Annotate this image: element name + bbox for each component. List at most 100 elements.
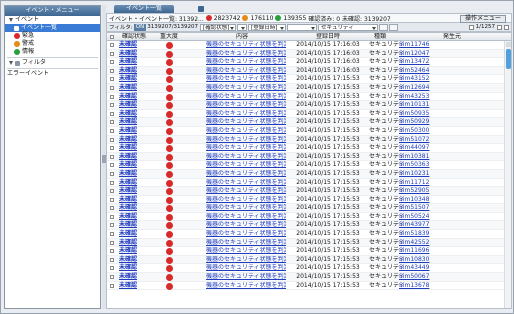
source-link[interactable]: Sim50067 [399,273,429,282]
content-link[interactable]: 機器のセキュリティ状態を判定しまし… [206,264,286,273]
status-link[interactable]: 未確認 [119,161,137,170]
row-checkbox[interactable] [110,146,114,151]
status-link[interactable]: 未確認 [119,264,137,273]
tree-item-info[interactable]: 情報 [5,48,100,56]
content-link[interactable]: 機器のセキュリティ状態を判定しまし… [206,170,286,179]
status-link[interactable]: 未確認 [119,41,137,50]
content-link[interactable]: 機器のセキュリティ状態を判定しまし… [206,153,286,162]
register-time-dropdown[interactable]: [登録日時] [248,23,287,31]
source-link[interactable]: Sim12694 [399,84,429,93]
table-row[interactable]: 未確認機器のセキュリティ状態を判定しまし…2014/10/15 17:15:53… [107,221,511,231]
row-checkbox[interactable] [110,163,114,168]
row-checkbox[interactable] [110,94,114,99]
row-checkbox[interactable] [110,180,114,185]
content-link[interactable]: 機器のセキュリティ状態を判定しまし… [206,50,286,59]
source-link[interactable]: Sim11746 [399,41,429,50]
source-link[interactable]: Sim51839 [399,230,429,239]
status-link[interactable]: 未確認 [119,84,137,93]
row-checkbox[interactable] [110,68,114,73]
expand-icon[interactable] [9,18,13,22]
row-checkbox[interactable] [110,43,114,47]
table-row[interactable]: 未確認機器のセキュリティ状態を判定しまし…2014/10/15 17:15:53… [107,230,511,239]
status-link[interactable]: 未確認 [119,239,137,248]
source-link[interactable]: Sim43977 [399,221,429,230]
table-row[interactable]: 未確認機器のセキュリティ状態を判定しまし…2014/10/15 17:15:53… [107,264,511,274]
content-link[interactable]: 機器のセキュリティ状態を判定しまし… [206,75,286,84]
source-link[interactable]: Sim52905 [399,187,429,196]
row-checkbox[interactable] [110,240,114,245]
content-link[interactable]: 機器のセキュリティ状態を判定しまし… [206,110,286,119]
table-row[interactable]: 未確認機器のセキュリティ状態を判定しまし…2014/10/15 17:15:53… [107,204,511,213]
tree-item-event-list[interactable]: イベント一覧 [5,24,100,32]
tree-item-error-event[interactable]: エラーイベント [5,70,100,78]
header-status[interactable]: 確認状態 [119,33,149,41]
row-checkbox[interactable] [110,249,114,254]
table-row[interactable]: 未確認機器のセキュリティ状態を判定しまし…2014/10/15 17:15:53… [107,213,511,222]
content-link[interactable]: 機器のセキュリティ状態を判定しまし… [206,161,286,170]
source-link[interactable]: Sim51072 [399,136,429,145]
table-row[interactable]: 未確認機器のセキュリティ状態を判定しまし…2014/10/15 17:15:53… [107,196,511,205]
content-link[interactable]: 機器のセキュリティ状態を判定しまし… [206,256,286,265]
table-row[interactable]: 未確認機器のセキュリティ状態を判定しまし…2014/10/15 17:15:53… [107,238,511,248]
source-link[interactable]: Sim43449 [399,264,429,273]
content-link[interactable]: 機器のセキュリティ状態を判定しまし… [206,204,286,213]
table-row[interactable]: 未確認機器のセキュリティ状態を判定しまし…2014/10/15 17:15:53… [107,93,511,102]
tree-item-critical[interactable]: 緊急 [5,32,100,40]
content-link[interactable]: 機器のセキュリティ状態を判定しまし… [206,196,286,205]
status-link[interactable]: 未確認 [119,93,137,102]
source-link[interactable]: Sim50929 [399,118,429,127]
confirm-status-dropdown[interactable]: [確認状態] [200,23,237,31]
clear-filter-icon[interactable] [389,23,399,31]
row-checkbox[interactable] [110,266,114,271]
table-row[interactable]: 未確認機器のセキュリティ状態を判定しまし…2014/10/15 17:15:53… [107,273,511,282]
source-link[interactable]: Sim10830 [399,256,429,265]
tab-close-icon[interactable] [198,6,204,12]
content-link[interactable]: 機器のセキュリティ状態を判定しまし… [206,179,286,188]
content-link[interactable]: 機器のセキュリティ状態を判定しまし… [206,230,286,239]
table-row[interactable]: 未確認機器のセキュリティ状態を判定しまし…2014/10/15 17:15:53… [107,135,511,145]
status-link[interactable]: 未確認 [119,58,137,67]
status-link[interactable]: 未確認 [119,247,137,256]
source-link[interactable]: Sim10381 [399,153,429,162]
tab-event-list[interactable]: イベント一覧 [114,5,174,13]
content-link[interactable]: 機器のセキュリティ状態を判定しまし… [206,221,286,230]
content-link[interactable]: 機器のセキュリティ状態を判定しまし… [206,144,286,153]
tree-node-filter[interactable]: フィルタ [5,59,100,67]
row-checkbox[interactable] [110,111,114,116]
content-link[interactable]: 機器のセキュリティ状態を判定しまし… [206,273,286,282]
content-link[interactable]: 機器のセキュリティ状態を判定しまし… [206,239,286,248]
status-link[interactable]: 未確認 [119,75,137,84]
status-link[interactable]: 未確認 [119,187,137,196]
source-link[interactable]: Sim10231 [399,170,429,179]
status-link[interactable]: 未確認 [119,221,137,230]
status-link[interactable]: 未確認 [119,230,137,239]
tree-node-event[interactable]: イベント [5,16,100,24]
row-checkbox[interactable] [110,275,114,280]
source-link[interactable]: Sim11696 [399,247,429,256]
source-link[interactable]: Sim43253 [399,93,429,102]
table-row[interactable]: 未確認機器のセキュリティ状態を判定しまし…2014/10/15 17:15:53… [107,187,511,196]
scroll-up-icon[interactable] [506,42,511,47]
last-page-icon[interactable] [504,24,509,30]
source-link[interactable]: Sim13678 [399,282,429,291]
table-row[interactable]: 未確認機器のセキュリティ状態を判定しまし…2014/10/15 17:15:53… [107,169,511,179]
status-link[interactable]: 未確認 [119,282,137,291]
content-link[interactable]: 機器のセキュリティ状態を判定しまし… [206,93,286,102]
row-checkbox[interactable] [110,103,114,108]
source-link[interactable]: Sim10348 [399,196,429,205]
source-link[interactable]: Sim10131 [399,101,429,110]
content-link[interactable]: 機器のセキュリティ状態を判定しまし… [206,136,286,145]
vertical-scrollbar[interactable] [504,41,511,308]
status-link[interactable]: 未確認 [119,273,137,282]
table-row[interactable]: 未確認機器のセキュリティ状態を判定しまし…2014/10/15 17:15:53… [107,110,511,119]
source-link[interactable]: Sim52464 [399,67,429,76]
table-row[interactable]: 未確認機器のセキュリティ状態を判定しまし…2014/10/15 17:15:53… [107,282,511,291]
header-time[interactable]: 登録日時 [294,33,362,41]
first-page-icon[interactable] [468,24,474,30]
next-page-icon[interactable] [497,24,502,30]
content-link[interactable]: 機器のセキュリティ状態を判定しまし… [206,84,286,93]
row-checkbox[interactable] [110,223,114,228]
source-link[interactable]: Sim13472 [399,58,429,67]
row-checkbox[interactable] [110,171,114,176]
header-content[interactable]: 内容 [217,33,267,41]
